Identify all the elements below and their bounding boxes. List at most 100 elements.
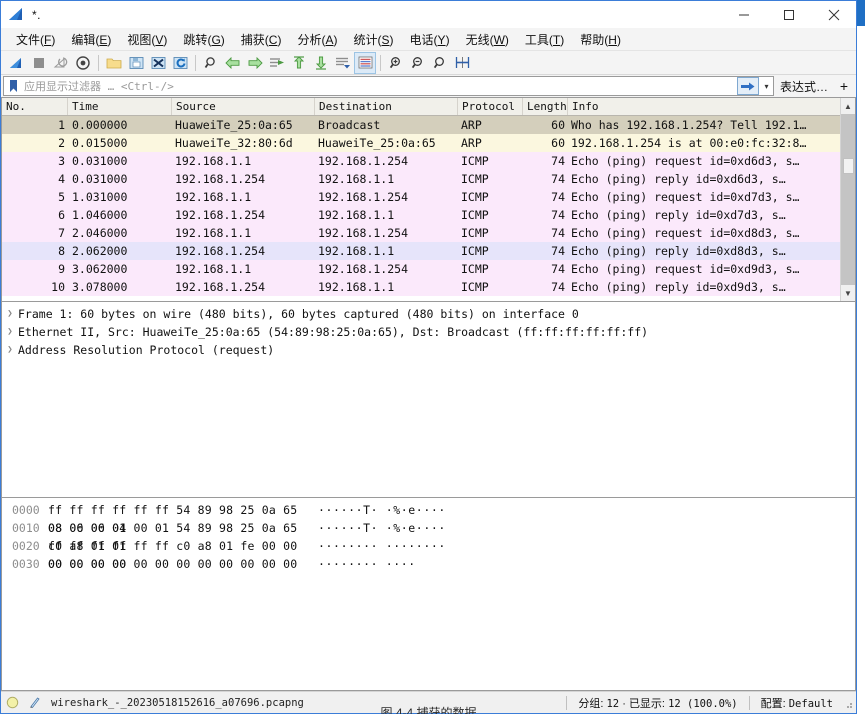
packet-time: 3.062000 — [72, 262, 128, 276]
table-row[interactable]: 8 2.062000 192.168.1.254 192.168.1.1 ICMP 74 E… — [2, 242, 855, 260]
packet-info: Echo (ping) reply id=0xd6d3, s… — [571, 172, 786, 186]
column-header-source[interactable]: Source — [172, 98, 315, 115]
go-last-packet-icon[interactable] — [310, 52, 332, 74]
apply-filter-arrow-icon[interactable] — [736, 77, 759, 95]
colorize-packets-icon[interactable] — [354, 51, 376, 74]
search-input[interactable]: 应用显示过滤器 … <Ctrl-/> — [21, 78, 737, 94]
save-file-icon[interactable] — [125, 52, 147, 74]
chevron-down-icon[interactable]: ▾ — [760, 77, 773, 95]
menu-go[interactable]: 跳转(G) — [175, 29, 232, 50]
capture-options-icon[interactable] — [72, 52, 94, 74]
toolbar-separator-3 — [380, 54, 381, 71]
hex-row[interactable]: 0030 00 00 00 00 00 00 00 00 00 00 00 00… — [2, 555, 855, 573]
packet-destination: 192.168.1.254 — [318, 154, 409, 168]
display-filter-input-wrap[interactable]: 应用显示过滤器 … <Ctrl-/> ▾ — [3, 76, 774, 96]
table-row[interactable]: 7 2.046000 192.168.1.1 192.168.1.254 ICMP 74 E… — [2, 224, 855, 242]
minimize-icon[interactable] — [721, 1, 766, 28]
menu-view[interactable]: 视图(V) — [119, 29, 175, 50]
reload-file-icon[interactable] — [169, 52, 191, 74]
close-icon[interactable] — [811, 1, 856, 28]
packet-info: Echo (ping) reply id=0xd8d3, s… — [571, 244, 786, 258]
hex-row[interactable]: 0020 ff ff ff ff ff ff c0 a8 01 fe 00 00… — [2, 537, 855, 571]
restart-capture-icon[interactable] — [50, 52, 72, 74]
go-forward-icon[interactable] — [244, 52, 266, 74]
packet-destination: 192.168.1.254 — [318, 190, 409, 204]
menu-capture[interactable]: 捕获(C) — [233, 29, 290, 50]
column-header-protocol[interactable]: Protocol — [458, 98, 523, 115]
column-header-info[interactable]: Info — [568, 98, 855, 115]
titlebar: *. — [1, 1, 856, 28]
packet-length: 60 — [551, 136, 565, 150]
zoom-in-icon[interactable] — [385, 52, 407, 74]
go-to-packet-icon[interactable] — [266, 52, 288, 74]
auto-scroll-icon[interactable] — [332, 52, 354, 74]
scroll-up-icon[interactable]: ▲ — [840, 98, 855, 114]
go-back-icon[interactable] — [222, 52, 244, 74]
go-first-packet-icon[interactable] — [288, 52, 310, 74]
zoom-reset-icon[interactable] — [429, 52, 451, 74]
packet-no: 7 — [58, 226, 65, 240]
detail-row-frame[interactable]: ❯ Frame 1: 60 bytes on wire (480 bits), … — [2, 305, 855, 323]
menu-telephony[interactable]: 电话(Y) — [402, 29, 458, 50]
table-row[interactable]: 4 0.031000 192.168.1.254 192.168.1.1 ICMP 74 E… — [2, 170, 855, 188]
wireshark-application-window: *. 文件(F) 编辑(E) 视图(V) 跳转(G) 捕获(C) 分析(A) 统… — [0, 0, 865, 714]
scroll-down-icon[interactable]: ▼ — [840, 285, 855, 301]
hex-row[interactable]: 0010 08 00 06 04 00 01 54 89 98 25 0a 65… — [2, 519, 855, 553]
packet-list-scrollbar[interactable]: ▲ ▼ — [840, 98, 855, 301]
zoom-out-icon[interactable] — [407, 52, 429, 74]
main-toolbar — [1, 51, 856, 75]
maximize-icon[interactable] — [766, 1, 811, 28]
add-filter-button[interactable]: + — [834, 76, 854, 96]
column-header-length[interactable]: Length — [523, 98, 568, 115]
detail-row-arp[interactable]: ❯ Address Resolution Protocol (request) — [2, 341, 855, 359]
packet-bytes-pane[interactable]: 0000 ff ff ff ff ff ff 54 89 98 25 0a 65… — [1, 498, 856, 691]
table-row[interactable]: 5 1.031000 192.168.1.1 192.168.1.254 ICMP 74 E… — [2, 188, 855, 206]
packet-length: 74 — [551, 226, 565, 240]
table-row[interactable]: 6 1.046000 192.168.1.254 192.168.1.1 ICMP 74 E… — [2, 206, 855, 224]
table-row[interactable]: 9 3.062000 192.168.1.1 192.168.1.254 ICMP 74 E… — [2, 260, 855, 278]
close-file-icon[interactable] — [147, 52, 169, 74]
column-header-no[interactable]: No. — [2, 98, 68, 115]
menu-analyze[interactable]: 分析(A) — [289, 29, 345, 50]
menu-capture-mnemonic: C — [268, 32, 278, 47]
find-packet-icon[interactable] — [200, 52, 222, 74]
table-row[interactable]: 1 0.000000 HuaweiTe_25:0a:65 Broadcast ARP 60… — [2, 116, 855, 134]
filter-bookmark-icon[interactable] — [5, 77, 21, 95]
open-file-icon[interactable] — [103, 52, 125, 74]
packet-length: 74 — [551, 172, 565, 186]
menu-edit[interactable]: 编辑(E) — [63, 29, 119, 50]
menu-wireless-mnemonic: W — [493, 32, 505, 47]
menu-telephony-label: 电话 — [409, 32, 434, 47]
column-header-destination[interactable]: Destination — [315, 98, 458, 115]
packet-info: 192.168.1.254 is at 00:e0:fc:32:8… — [571, 136, 807, 150]
packet-source: 192.168.1.254 — [175, 172, 266, 186]
hex-offset: 0010 — [12, 521, 40, 535]
table-row[interactable]: 2 0.015000 HuaweiTe_32:80:6d HuaweiTe_25:0a… — [2, 134, 855, 152]
hex-bytes: 00 00 00 00 00 00 00 00 00 00 00 00 — [48, 557, 298, 571]
column-header-time[interactable]: Time — [68, 98, 172, 115]
filter-expression-button[interactable]: 表达式… — [774, 76, 834, 96]
detail-row-ethernet[interactable]: ❯ Ethernet II, Src: HuaweiTe_25:0a:65 (5… — [2, 323, 855, 341]
resize-columns-icon[interactable] — [451, 52, 473, 74]
packet-info: Echo (ping) reply id=0xd7d3, s… — [571, 208, 786, 222]
expand-triangle-icon[interactable]: ❯ — [2, 323, 18, 341]
packet-time: 2.062000 — [72, 244, 128, 258]
menu-wireless[interactable]: 无线(W) — [458, 29, 517, 50]
table-row[interactable]: 10 3.078000 192.168.1.254 192.168.1.1 ICMP 74… — [2, 278, 855, 296]
stop-capture-icon[interactable] — [28, 52, 50, 74]
table-row[interactable]: 3 0.031000 192.168.1.1 192.168.1.254 ICMP 74 E… — [2, 152, 855, 170]
packet-details-pane[interactable]: ❯ Frame 1: 60 bytes on wire (480 bits), … — [1, 302, 856, 498]
packet-no: 2 — [58, 136, 65, 150]
menu-file[interactable]: 文件(F) — [8, 29, 63, 50]
detail-row-ethernet-label: Ethernet II, Src: HuaweiTe_25:0a:65 (54:… — [18, 325, 649, 339]
expand-triangle-icon[interactable]: ❯ — [2, 341, 18, 359]
expand-triangle-icon[interactable]: ❯ — [2, 305, 18, 323]
scrollbar-thumb[interactable] — [842, 158, 854, 174]
menu-tools[interactable]: 工具(T) — [517, 29, 572, 50]
menu-help[interactable]: 帮助(H) — [572, 29, 629, 50]
packet-protocol: ARP — [461, 118, 482, 132]
menu-statistics[interactable]: 统计(S) — [346, 29, 402, 50]
start-capture-icon[interactable] — [6, 52, 28, 74]
scrollbar-track[interactable] — [840, 114, 855, 285]
hex-row[interactable]: 0000 ff ff ff ff ff ff 54 89 98 25 0a 65… — [2, 501, 855, 535]
